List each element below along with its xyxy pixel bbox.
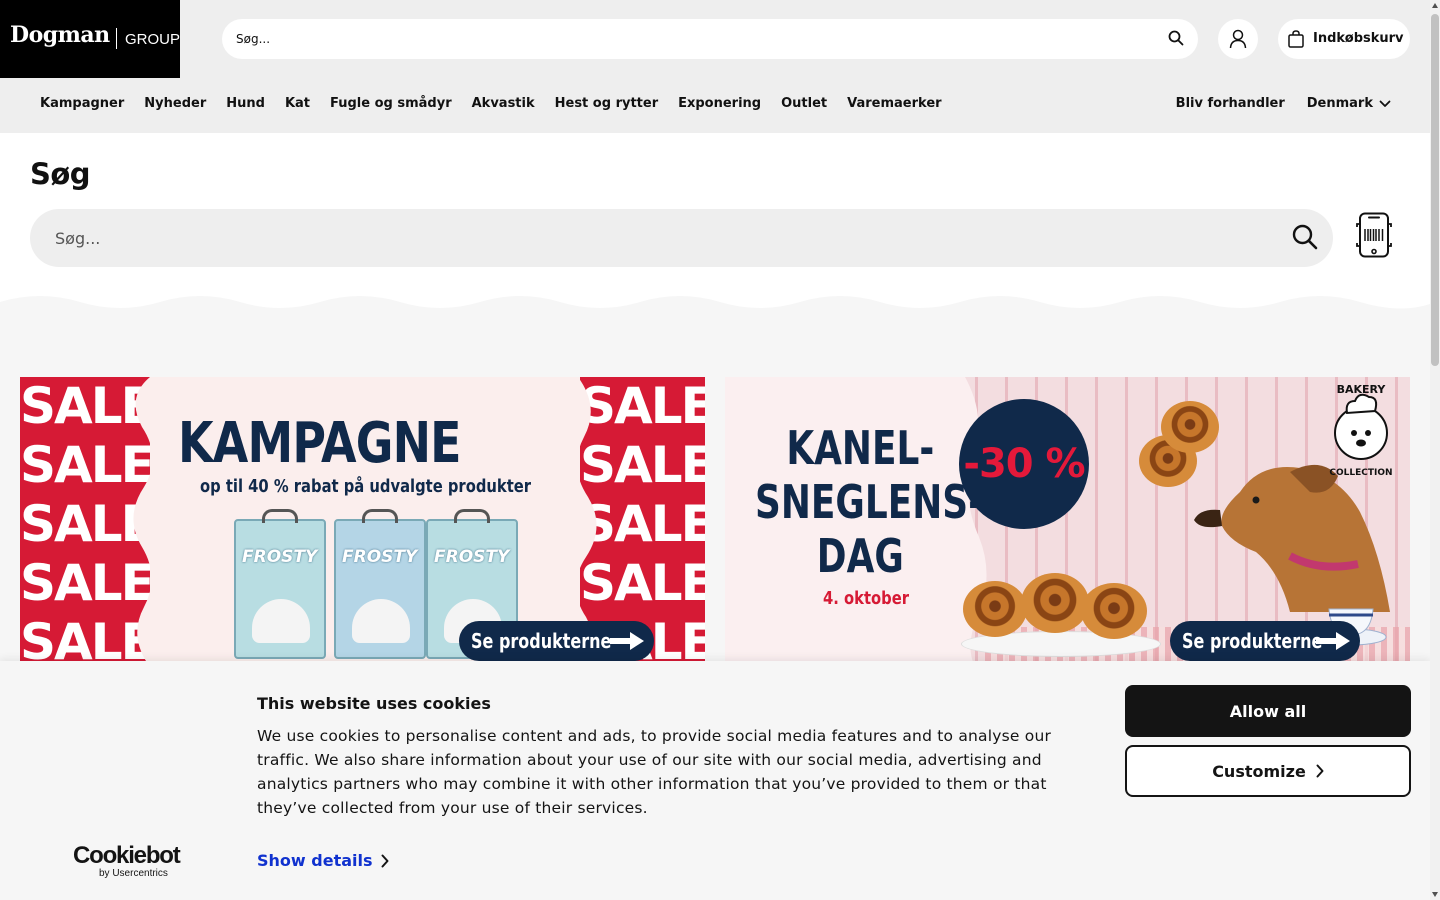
cinnamon-bun-day-banner[interactable]: KANEL- SNEGLENS- DAG 4. oktober -30 % BA… xyxy=(725,377,1410,667)
campaign-subtitle: op til 40 % rabat på udvalgte produkter xyxy=(200,476,532,497)
customize-button[interactable]: Customize xyxy=(1125,745,1411,797)
site-header: Dogman GROUP Indkøbskurv Kampagner Nyhed… xyxy=(0,0,1430,133)
badge-text-bottom: COLLECTION xyxy=(1329,468,1392,478)
nav-item-exponering[interactable]: Exponering xyxy=(678,96,761,111)
logo-wave-edge xyxy=(0,71,180,77)
cookie-description: We use cookies to personalise content an… xyxy=(257,727,1052,817)
header-search xyxy=(222,19,1198,59)
user-icon xyxy=(1229,29,1247,49)
cinnamon-bun-image xyxy=(1161,401,1219,453)
page-title: Søg xyxy=(30,157,91,191)
main-nav: Kampagner Nyheder Hund Kat Fugle og småd… xyxy=(40,96,942,111)
campaign-title: KAMPAGNE xyxy=(178,411,462,476)
banner-title: KANEL- SNEGLENS- DAG xyxy=(755,421,983,583)
cinnamon-bun-image xyxy=(1021,573,1089,633)
show-details-link[interactable]: Show details xyxy=(257,851,389,870)
see-products-button[interactable]: Se produkterne xyxy=(1170,621,1360,661)
search-icon[interactable] xyxy=(1168,30,1184,46)
main-search-input[interactable] xyxy=(55,209,1255,267)
cookie-consent-banner: Cookiebot by Usercentrics This website u… xyxy=(0,661,1430,900)
badge-text-top: BAKERY xyxy=(1337,383,1387,396)
nav-item-outlet[interactable]: Outlet xyxy=(781,96,827,111)
product-image: FROSTY xyxy=(234,509,326,659)
shopping-bag-icon xyxy=(1288,30,1304,48)
scroll-up-arrow-icon[interactable] xyxy=(1432,3,1438,8)
product-image: FROSTY xyxy=(334,509,426,659)
nav-item-kampagner[interactable]: Kampagner xyxy=(40,96,124,111)
page-scrollbar[interactable] xyxy=(1430,0,1440,900)
logo-divider xyxy=(116,28,117,49)
main-search xyxy=(30,209,1333,267)
nav-item-akvastik[interactable]: Akvastik xyxy=(472,96,535,111)
nav-item-fugle-og-smadyr[interactable]: Fugle og smådyr xyxy=(330,96,452,111)
campaign-banner[interactable]: SALESALESALESALESALE SALESALESALESALESAL… xyxy=(20,377,705,667)
cinnamon-bun-image xyxy=(1081,583,1147,639)
cookie-title: This website uses cookies xyxy=(257,694,491,713)
nav-item-nyheder[interactable]: Nyheder xyxy=(144,96,206,111)
banner-date: 4. oktober xyxy=(823,588,910,609)
allow-all-button[interactable]: Allow all xyxy=(1125,685,1411,737)
country-selector[interactable]: Denmark xyxy=(1307,96,1391,111)
barcode-scanner-icon[interactable] xyxy=(1355,212,1393,258)
become-dealer-link[interactable]: Bliv forhandler xyxy=(1176,96,1285,111)
chevron-down-icon xyxy=(1379,100,1391,107)
cookiebot-logo: Cookiebot by Usercentrics xyxy=(73,842,181,880)
scrollbar-thumb[interactable] xyxy=(1431,14,1439,366)
country-label: Denmark xyxy=(1306,96,1373,111)
nav-item-hest-og-rytter[interactable]: Hest og rytter xyxy=(555,96,658,111)
header-search-input[interactable] xyxy=(236,19,1136,59)
nav-item-hund[interactable]: Hund xyxy=(226,96,265,111)
bakery-collection-badge: BAKERY COLLECTION xyxy=(1329,383,1392,478)
account-button[interactable] xyxy=(1218,19,1258,59)
arrow-right-icon xyxy=(610,632,644,650)
nav-item-varemaerker[interactable]: Varemaerker xyxy=(847,96,941,111)
search-icon[interactable] xyxy=(1291,223,1319,251)
logo-group: GROUP xyxy=(125,31,181,48)
dogman-logo[interactable]: Dogman GROUP xyxy=(0,0,180,78)
cinnamon-bun-image xyxy=(963,581,1027,637)
logo-brand: Dogman xyxy=(10,22,110,48)
chevron-right-icon xyxy=(381,854,388,867)
discount-badge: -30 % xyxy=(959,399,1089,529)
see-products-button[interactable]: Se produkterne xyxy=(459,621,654,661)
cart-label: Indkøbskurv xyxy=(1313,31,1404,46)
chevron-right-icon xyxy=(1316,764,1324,778)
scroll-down-arrow-icon[interactable] xyxy=(1432,892,1438,897)
nav-right: Bliv forhandler Denmark xyxy=(1176,96,1391,111)
nav-item-kat[interactable]: Kat xyxy=(285,96,310,111)
cart-button[interactable]: Indkøbskurv xyxy=(1278,19,1410,59)
arrow-right-icon xyxy=(1316,632,1350,650)
